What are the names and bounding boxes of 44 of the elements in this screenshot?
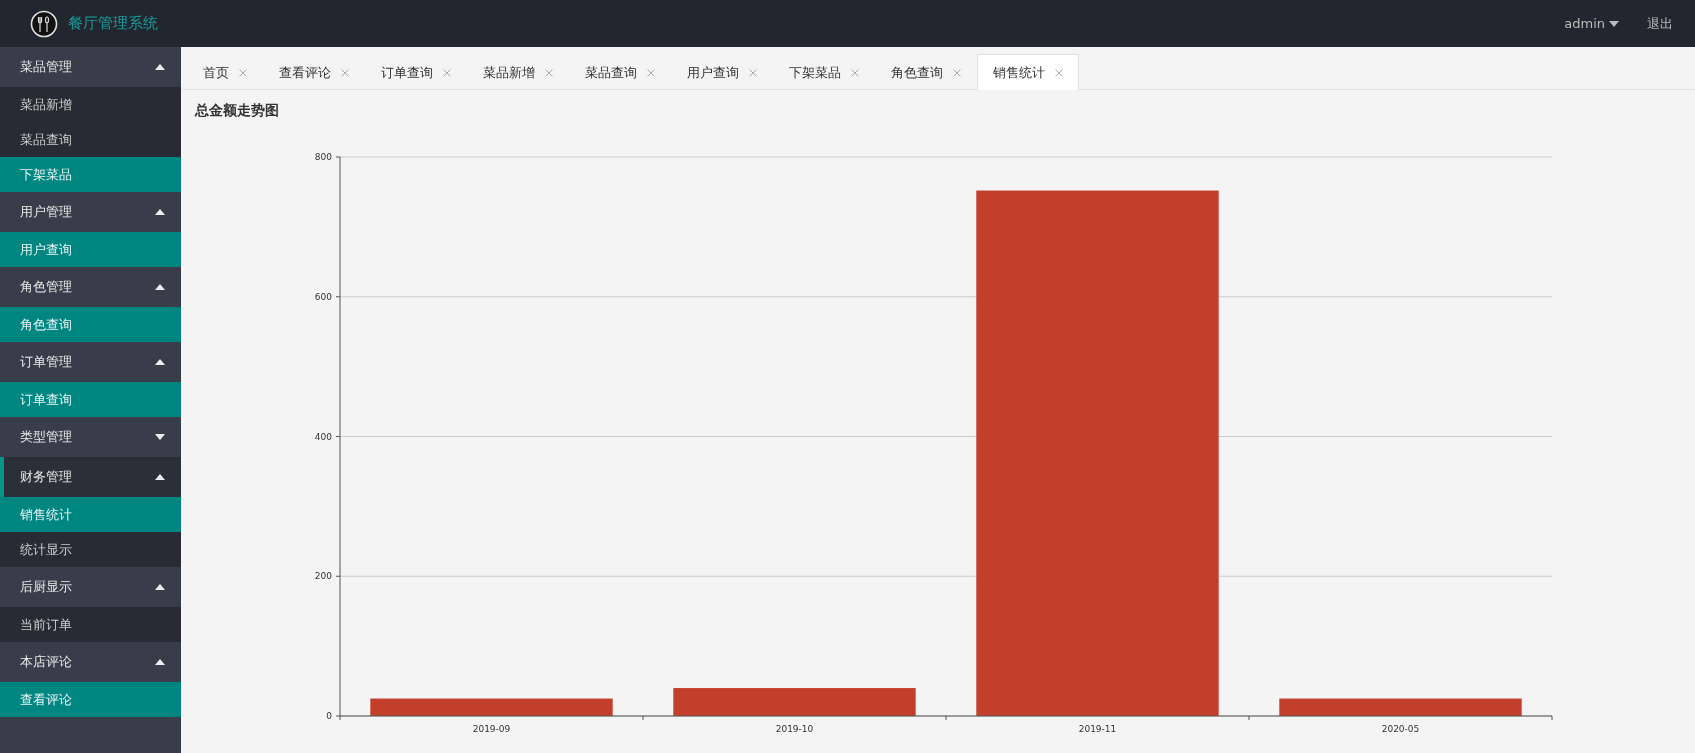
axis-label: 2019-09 (472, 724, 511, 734)
axis-label: 2020-05 (1381, 724, 1420, 734)
tab[interactable]: 菜品新增 (467, 54, 569, 90)
axis-label: 200 (314, 571, 332, 582)
axis-label: 2019-10 (775, 724, 814, 734)
close-icon[interactable] (239, 68, 247, 77)
axis-label: 400 (314, 431, 332, 442)
tab[interactable]: 角色查询 (875, 54, 977, 90)
close-icon[interactable] (851, 68, 859, 77)
menu-item[interactable]: 角色查询 (0, 307, 181, 342)
menu-item[interactable]: 当前订单 (0, 607, 181, 642)
close-icon[interactable] (443, 68, 451, 77)
close-icon[interactable] (953, 68, 961, 77)
tab[interactable]: 用户查询 (671, 54, 773, 90)
axis-label: 0 (326, 711, 332, 721)
tab[interactable]: 订单查询 (365, 54, 467, 90)
close-icon[interactable] (545, 68, 553, 77)
chart-title: 总金额走势图 (193, 101, 280, 120)
axis-label: 600 (314, 291, 332, 302)
tab[interactable]: 下架菜品 (773, 54, 875, 90)
app-title: 餐厅管理系统 (68, 14, 158, 33)
menu-item[interactable]: 下架菜品 (0, 157, 181, 192)
menu-item[interactable]: 订单查询 (0, 382, 181, 417)
menu-item[interactable]: 查看评论 (0, 682, 181, 717)
close-icon[interactable] (341, 68, 349, 77)
menu-item[interactable]: 销售统计 (0, 497, 181, 532)
menu-item[interactable]: 统计显示 (0, 532, 181, 567)
menu-item[interactable]: 菜品新增 (0, 87, 181, 122)
tab[interactable]: 销售统计 (977, 54, 1079, 90)
logout-link[interactable]: 退出 (1647, 14, 1673, 33)
user-menu[interactable]: admin (1564, 16, 1619, 31)
caret-icon (1609, 20, 1619, 27)
fork-spoon-logo-icon (30, 9, 58, 38)
close-icon[interactable] (749, 68, 757, 77)
axis-label: 800 (314, 152, 332, 162)
axis-label: 2019-11 (1078, 724, 1117, 734)
tab[interactable]: 首页 (187, 54, 263, 90)
tab[interactable]: 查看评论 (263, 54, 365, 90)
close-icon[interactable] (647, 68, 655, 77)
menu-item[interactable]: 用户查询 (0, 232, 181, 267)
tab[interactable]: 菜品查询 (569, 54, 671, 90)
menu-group[interactable]: 财务管理 (0, 457, 181, 497)
close-icon[interactable] (1055, 68, 1063, 77)
menu-item[interactable]: 菜品查询 (0, 122, 181, 157)
